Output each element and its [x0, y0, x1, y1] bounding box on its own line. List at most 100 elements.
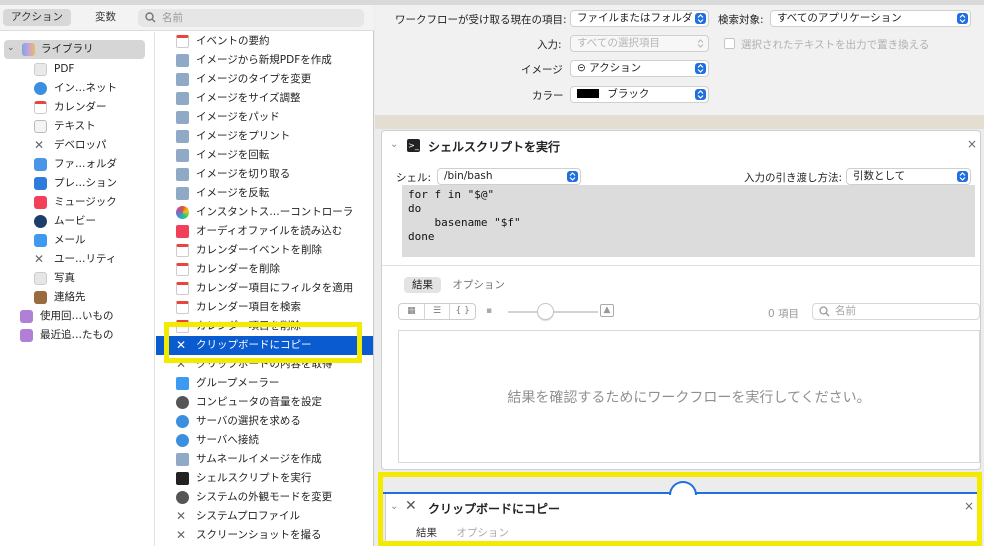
input-popup[interactable]: すべての選択項目 — [570, 35, 709, 52]
action-label: シェルスクリプトを実行 — [196, 472, 312, 484]
color-swatch — [577, 89, 599, 98]
action-item[interactable]: イメージのタイプを変更 — [156, 70, 373, 89]
result-search-input[interactable]: 名前 — [812, 303, 980, 320]
music-icon — [34, 196, 47, 209]
zoom-slider-knob[interactable] — [537, 303, 554, 320]
script-editor[interactable]: for f in "$@" do basename "$f" done — [402, 185, 975, 257]
in-label: 検索対象: — [718, 14, 764, 26]
preview-icon — [176, 54, 189, 67]
code-view-button[interactable]: { } — [450, 304, 475, 319]
color-popup[interactable]: ブラック — [570, 86, 709, 103]
receives-popup[interactable]: ファイルまたはフォルダ — [570, 10, 709, 27]
image-label: イメージ — [521, 64, 563, 76]
disclosure-triangle-icon[interactable]: ⌄ — [7, 43, 15, 53]
tab-results[interactable]: 結果 — [404, 277, 441, 293]
movie-icon — [34, 215, 47, 228]
action-label: イメージをプリント — [196, 130, 291, 142]
search-placeholder: 名前 — [162, 12, 183, 24]
divider — [382, 265, 980, 266]
list-view-button[interactable]: ☰ — [425, 304, 451, 319]
action-item[interactable]: コンピュータの音量を設定 — [156, 393, 373, 412]
tab-options[interactable]: オプション — [444, 277, 513, 293]
library-item-label: イン…ネット — [54, 82, 117, 94]
pass-input-popup[interactable]: 引数として — [846, 168, 971, 185]
shell-label: シェル: — [396, 172, 432, 184]
search-icon — [145, 12, 156, 23]
action-item[interactable]: カレンダー項目を検索 — [156, 298, 373, 317]
action-item[interactable]: シェルスクリプトを実行 — [156, 469, 373, 488]
action-item[interactable]: ✕ スクリーンショットを撮る — [156, 526, 373, 545]
collapse-chevron-icon[interactable]: ⌄ — [390, 139, 398, 150]
action-item[interactable]: カレンダー項目にフィルタを適用 — [156, 279, 373, 298]
action-item[interactable]: インスタントス…ーコントローラ — [156, 203, 373, 222]
library-root[interactable]: ⌄ ライブラリ — [4, 40, 145, 59]
library-item-mail[interactable]: メール — [0, 231, 155, 250]
calendar-icon — [176, 244, 189, 257]
mail-icon — [176, 377, 189, 390]
preview-icon — [176, 149, 189, 162]
action-item[interactable]: サーバの選択を求める — [156, 412, 373, 431]
action-item[interactable]: カレンダーイベントを削除 — [156, 241, 373, 260]
library-item-calendar[interactable]: カレンダー — [0, 98, 155, 117]
action-item[interactable]: カレンダーを削除 — [156, 260, 373, 279]
library-item-label: ユー…リティ — [54, 253, 117, 265]
action-label: グループメーラー — [196, 377, 280, 389]
library-item-utilities[interactable]: ✕ ユー…リティ — [0, 250, 155, 269]
action-item[interactable]: ✕ システムプロファイル — [156, 507, 373, 526]
action-item[interactable]: グループメーラー — [156, 374, 373, 393]
library-item-pdf[interactable]: PDF — [0, 60, 155, 79]
chevron-updown-icon — [695, 13, 706, 24]
chevron-updown-icon — [957, 13, 968, 24]
color-label: カラー — [532, 90, 564, 102]
action-item[interactable]: イメージから新規PDFを作成 — [156, 51, 373, 70]
icon-view-button[interactable]: ▦ — [399, 304, 425, 319]
action-item[interactable]: イメージをパッド — [156, 108, 373, 127]
smart-group-most-used[interactable]: 使用回…いもの — [0, 307, 155, 326]
library-item-photos[interactable]: 写真 — [0, 269, 155, 288]
image-popup[interactable]: ⊝ アクション — [570, 60, 709, 77]
result-tabs: 結果 オプション — [404, 277, 513, 293]
smart-group-recently-added[interactable]: 最近追…たもの — [0, 326, 155, 345]
shell-popup[interactable]: /bin/bash — [437, 168, 581, 185]
action-item[interactable]: イベントの要約 — [156, 32, 373, 51]
library-item-presentations[interactable]: プレ…ション — [0, 174, 155, 193]
library-item-movies[interactable]: ムービー — [0, 212, 155, 231]
library-item-internet[interactable]: イン…ネット — [0, 79, 155, 98]
action-label: スクリーンショットを撮る — [196, 529, 322, 541]
action-label: サムネールイメージを作成 — [196, 453, 322, 465]
music-icon — [176, 225, 189, 238]
library-pane: アクション 変数 名前 ⌄ ライブラリ PDF イン…ネット カレンダー テキス… — [0, 5, 374, 546]
action-list: イベントの要約 イメージから新規PDFを作成 イメージのタイプを変更 イメージを… — [156, 32, 373, 546]
tools-icon: ✕ — [176, 509, 187, 523]
library-list: ⌄ ライブラリ PDF イン…ネット カレンダー テキスト ✕ デベロッパ ファ…… — [0, 32, 155, 546]
action-item[interactable]: イメージをサイズ調整 — [156, 89, 373, 108]
in-value: すべてのアプリケーション — [777, 12, 902, 24]
library-item-contacts[interactable]: 連絡先 — [0, 288, 155, 307]
library-item-files[interactable]: ファ…ォルダ — [0, 155, 155, 174]
globe-icon — [176, 415, 189, 428]
close-icon[interactable]: × — [967, 137, 977, 151]
action-label: システムプロファイル — [196, 510, 301, 522]
action-item[interactable]: サーバへ接続 — [156, 431, 373, 450]
action-item[interactable]: イメージをプリント — [156, 127, 373, 146]
action-item[interactable]: システムの外観モードを変更 — [156, 488, 373, 507]
action-item[interactable]: オーディオファイルを読み込む — [156, 222, 373, 241]
action-item[interactable]: イメージを回転 — [156, 146, 373, 165]
action-label: イメージを反転 — [196, 187, 270, 199]
system-prefs-icon — [176, 396, 189, 409]
actions-tab[interactable]: アクション — [3, 9, 71, 26]
in-popup[interactable]: すべてのアプリケーション — [770, 10, 971, 27]
action-search-input[interactable]: 名前 — [138, 9, 364, 27]
variables-tab[interactable]: 変数 — [87, 9, 124, 26]
shell-value: /bin/bash — [444, 170, 493, 182]
action-item[interactable]: サムネールイメージを作成 — [156, 450, 373, 469]
action-item[interactable]: イメージを反転 — [156, 184, 373, 203]
action-label: カレンダーを削除 — [196, 263, 280, 275]
library-item-music[interactable]: ミュージック — [0, 193, 155, 212]
action-label: サーバの選択を求める — [196, 415, 301, 427]
library-item-developer[interactable]: ✕ デベロッパ — [0, 136, 155, 155]
library-item-text[interactable]: テキスト — [0, 117, 155, 136]
replace-text-checkbox[interactable] — [724, 38, 735, 49]
highlight-box-card — [378, 472, 982, 546]
action-item[interactable]: イメージを切り取る — [156, 165, 373, 184]
